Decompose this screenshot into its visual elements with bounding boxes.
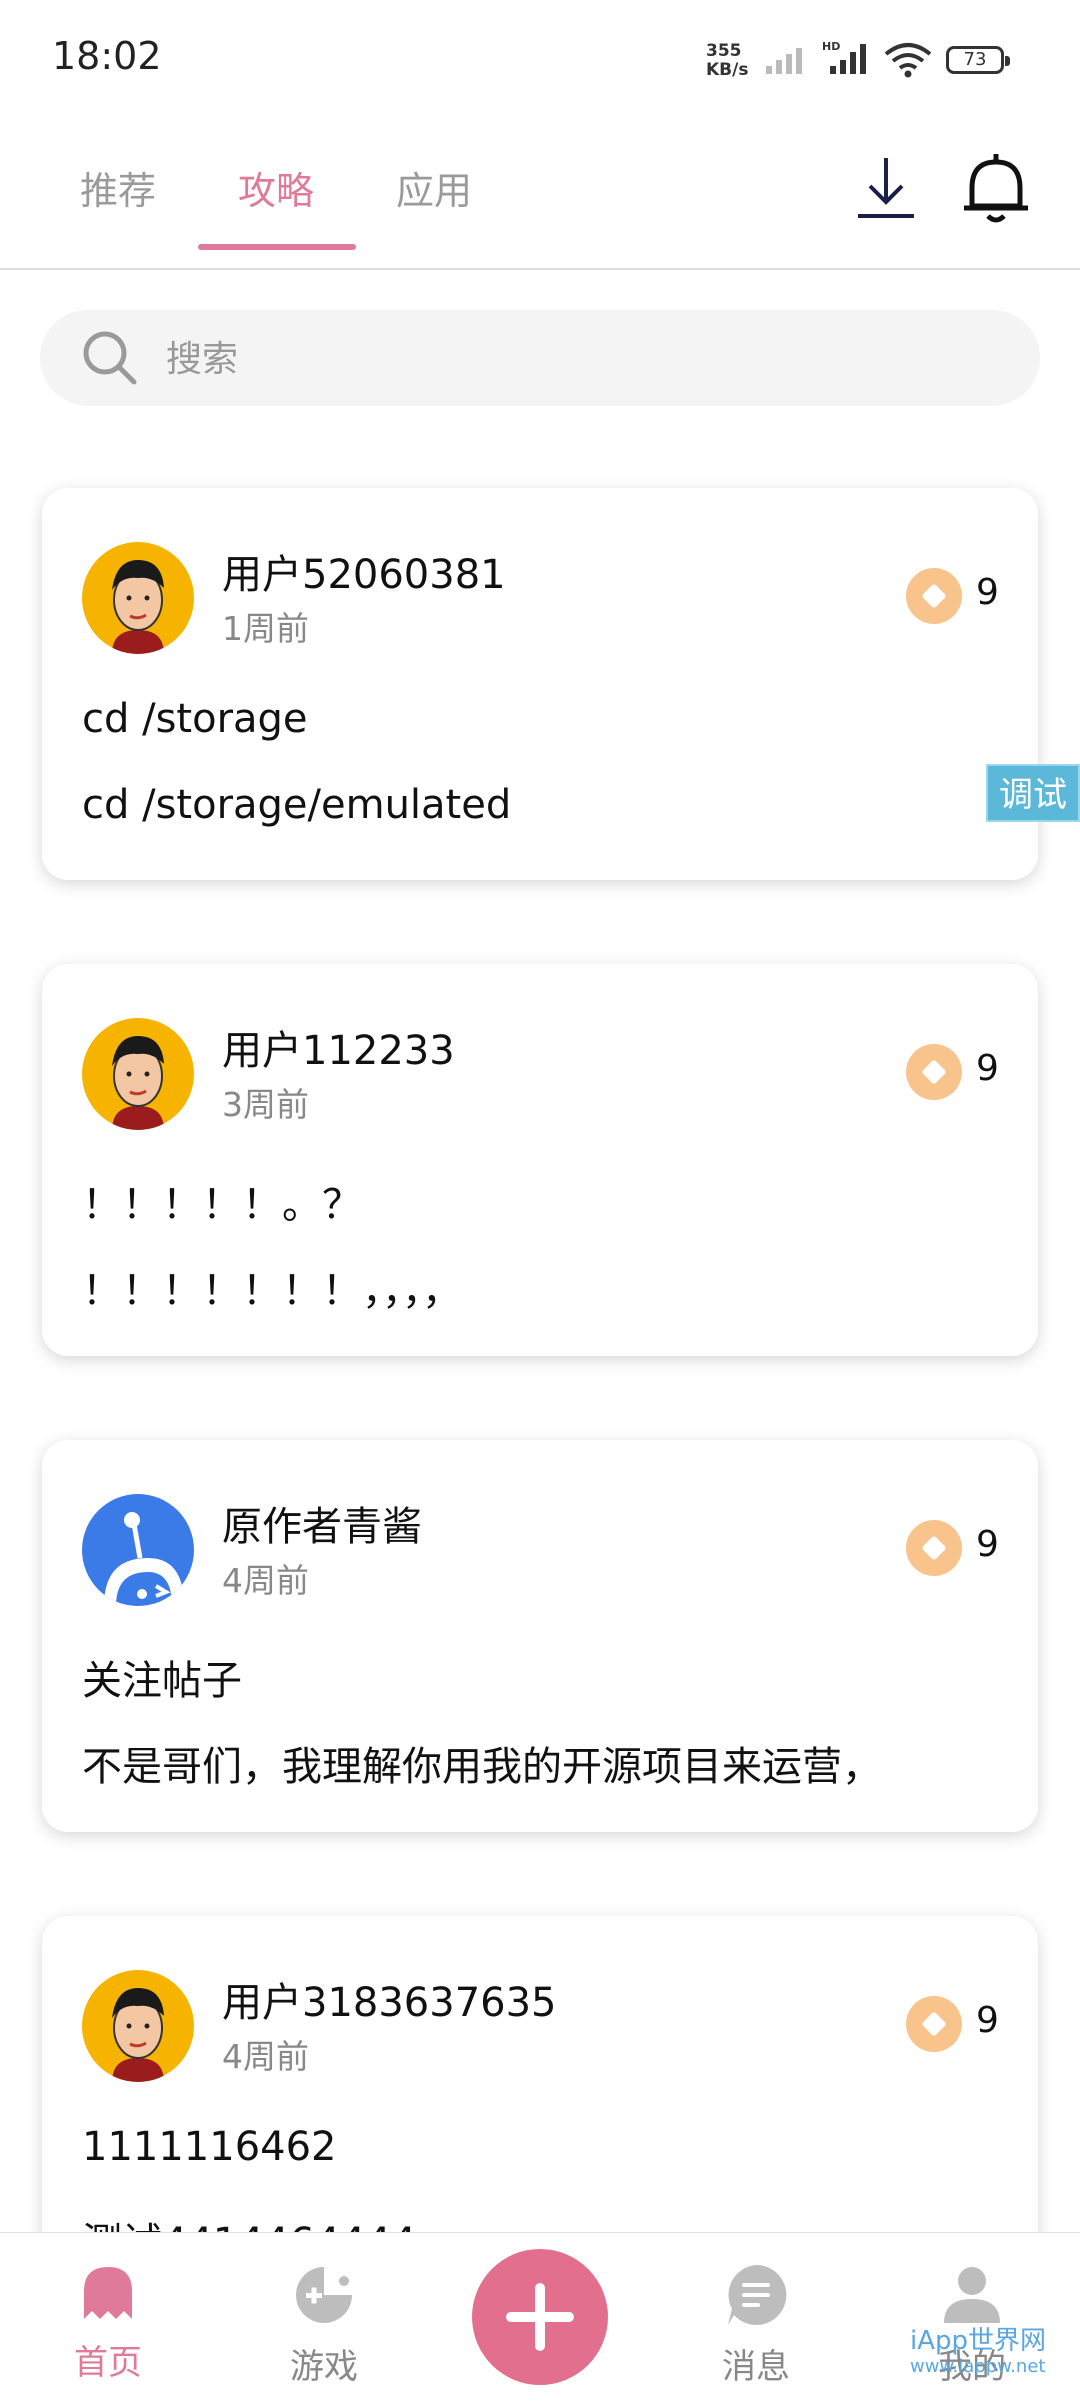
watermark-url: www.iappw.net bbox=[910, 2356, 1046, 2377]
nav-messages-label: 消息 bbox=[722, 2347, 790, 2387]
tab-guides[interactable]: 攻略 bbox=[238, 160, 314, 215]
post-content-line1: ！！！！！。？ bbox=[82, 1182, 362, 1228]
cartoon-face-avatar-icon bbox=[82, 542, 194, 654]
message-icon bbox=[728, 2264, 787, 2325]
post-username[interactable]: 用户52060381 bbox=[222, 542, 506, 600]
nav-messages[interactable]: 消息 bbox=[686, 2263, 826, 2388]
status-time: 18:02 bbox=[52, 34, 162, 78]
cartoon-face-avatar-icon bbox=[82, 1018, 194, 1130]
post-content-line2: cd /storage/emulated bbox=[82, 782, 512, 828]
coin-count: 9 bbox=[976, 1048, 999, 1089]
tab-apps[interactable]: 应用 bbox=[396, 160, 472, 215]
post-content-line2: 不是哥们，我理解你用我的开源项目来运营， bbox=[82, 1744, 882, 1790]
nav-home-label: 首页 bbox=[74, 2343, 142, 2383]
post-content-line2: ！！！！！！！，，，， bbox=[82, 1268, 462, 1314]
search-bar[interactable] bbox=[40, 310, 1040, 406]
create-post-button[interactable] bbox=[472, 2249, 608, 2385]
nav-games-label: 游戏 bbox=[290, 2347, 358, 2387]
net-speed-value: 355 bbox=[706, 41, 742, 61]
avatar[interactable] bbox=[82, 1970, 194, 2082]
post-username[interactable]: 用户3183637635 bbox=[222, 1970, 557, 2028]
debug-badge[interactable]: 调试 bbox=[986, 764, 1080, 822]
post-content-line1: 1111116462 bbox=[82, 2124, 337, 2170]
post-content-line1: cd /storage bbox=[82, 696, 308, 742]
post-card[interactable]: 用户112233 3周前 9 ！！！！！。？ ！！！！！！！，，，， bbox=[42, 964, 1038, 1356]
active-tab-indicator bbox=[198, 244, 356, 250]
svg-text:HD: HD bbox=[822, 40, 840, 53]
bell-icon[interactable] bbox=[956, 148, 1036, 228]
signal-sim2-icon: HD bbox=[822, 40, 866, 74]
gamepad-icon bbox=[296, 2267, 352, 2323]
post-time: 3周前 bbox=[222, 1085, 309, 1124]
avatar[interactable] bbox=[82, 542, 194, 654]
coin-count: 9 bbox=[976, 2000, 999, 2041]
wifi-icon bbox=[884, 43, 932, 78]
coin-count: 9 bbox=[976, 572, 999, 613]
net-speed: 355 KB/s bbox=[706, 42, 748, 80]
person-icon bbox=[944, 2267, 1000, 2323]
signal-sim1-icon bbox=[766, 48, 802, 74]
avatar[interactable] bbox=[82, 1018, 194, 1130]
battery-indicator: 73 bbox=[946, 46, 1010, 74]
post-username[interactable]: 原作者青酱 bbox=[222, 1494, 422, 1552]
net-speed-unit: KB/s bbox=[706, 60, 749, 80]
coin-icon[interactable] bbox=[906, 1520, 962, 1576]
post-content-line1: 关注帖子 bbox=[82, 1658, 242, 1704]
download-icon[interactable] bbox=[846, 148, 926, 228]
watermark-title: iApp世界网 bbox=[910, 2326, 1047, 2356]
post-time: 4周前 bbox=[222, 2037, 309, 2076]
post-card[interactable]: 用户52060381 1周前 9 cd /storage cd /storage… bbox=[42, 488, 1038, 880]
post-username[interactable]: 用户112233 bbox=[222, 1018, 455, 1076]
tab-recommend[interactable]: 推荐 bbox=[80, 160, 156, 215]
coin-icon[interactable] bbox=[906, 1044, 962, 1100]
blue-robot-avatar-icon bbox=[82, 1494, 194, 1606]
nav-home[interactable]: 首页 bbox=[38, 2263, 178, 2384]
post-time: 1周前 bbox=[222, 609, 309, 648]
top-tab-bar: 推荐 攻略 应用 bbox=[0, 120, 1080, 270]
coin-icon[interactable] bbox=[906, 1996, 962, 2052]
avatar[interactable] bbox=[82, 1494, 194, 1606]
search-icon bbox=[83, 331, 137, 385]
search-input[interactable] bbox=[164, 328, 968, 390]
post-time: 4周前 bbox=[222, 1561, 309, 1600]
status-bar: 18:02 355 KB/s HD 73 bbox=[0, 0, 1080, 120]
coin-icon[interactable] bbox=[906, 568, 962, 624]
cartoon-face-avatar-icon bbox=[82, 1970, 194, 2082]
nav-games[interactable]: 游戏 bbox=[254, 2263, 394, 2388]
ghost-icon bbox=[84, 2267, 132, 2319]
coin-count: 9 bbox=[976, 1524, 999, 1565]
site-watermark: iApp世界网 www.iappw.net bbox=[910, 2328, 1046, 2380]
post-card[interactable]: 原作者青酱 4周前 9 关注帖子 不是哥们，我理解你用我的开源项目来运营， bbox=[42, 1440, 1038, 1832]
